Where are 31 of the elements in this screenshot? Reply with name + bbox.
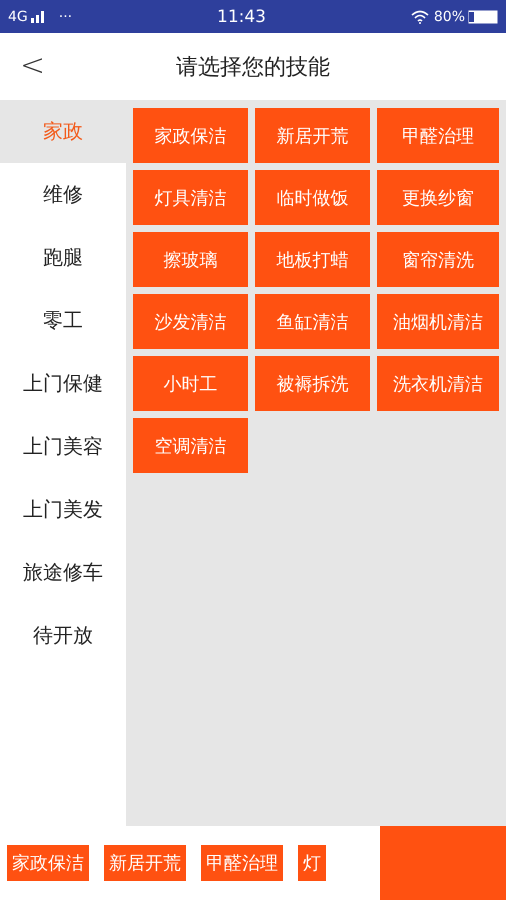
category-tab[interactable]: 家政 xyxy=(0,100,126,163)
skill-button[interactable]: 更换纱窗 xyxy=(377,170,499,225)
skill-button[interactable]: 窗帘清洗 xyxy=(377,232,499,287)
skill-button[interactable]: 擦玻璃 xyxy=(133,232,248,287)
selected-skill-chip[interactable]: 家政保洁 xyxy=(7,845,89,881)
back-button[interactable]: < xyxy=(14,51,52,81)
skill-button[interactable]: 空调清洁 xyxy=(133,418,248,473)
skill-button[interactable]: 临时做饭 xyxy=(255,170,370,225)
selected-skill-chip[interactable]: 新居开荒 xyxy=(104,845,186,881)
battery-label: 80% xyxy=(434,8,465,24)
skill-button[interactable]: 小时工 xyxy=(133,356,248,411)
skill-button[interactable]: 家政保洁 xyxy=(133,108,248,163)
skill-button[interactable]: 甲醛治理 xyxy=(377,108,499,163)
more-icon: ··· xyxy=(58,8,72,24)
battery-icon xyxy=(468,10,498,24)
skill-button[interactable]: 洗衣机清洁 xyxy=(377,356,499,411)
wifi-icon xyxy=(410,10,429,24)
skill-button[interactable]: 油烟机清洁 xyxy=(377,294,499,349)
network-label: 4G xyxy=(8,8,28,24)
skill-button[interactable]: 被褥拆洗 xyxy=(255,356,370,411)
skill-button[interactable]: 灯具清洁 xyxy=(133,170,248,225)
selected-skill-chip[interactable]: 甲醛治理 xyxy=(201,845,283,881)
skill-button[interactable]: 新居开荒 xyxy=(255,108,370,163)
signal-icon xyxy=(30,10,47,23)
page-title: 请选择您的技能 xyxy=(176,54,330,82)
confirm-button[interactable] xyxy=(380,826,506,900)
clock: 11:43 xyxy=(217,6,266,26)
selected-skill-chip[interactable]: 灯 xyxy=(298,845,326,881)
skill-button[interactable]: 鱼缸清洁 xyxy=(255,294,370,349)
skill-button[interactable]: 沙发清洁 xyxy=(133,294,248,349)
skill-button[interactable]: 地板打蜡 xyxy=(255,232,370,287)
